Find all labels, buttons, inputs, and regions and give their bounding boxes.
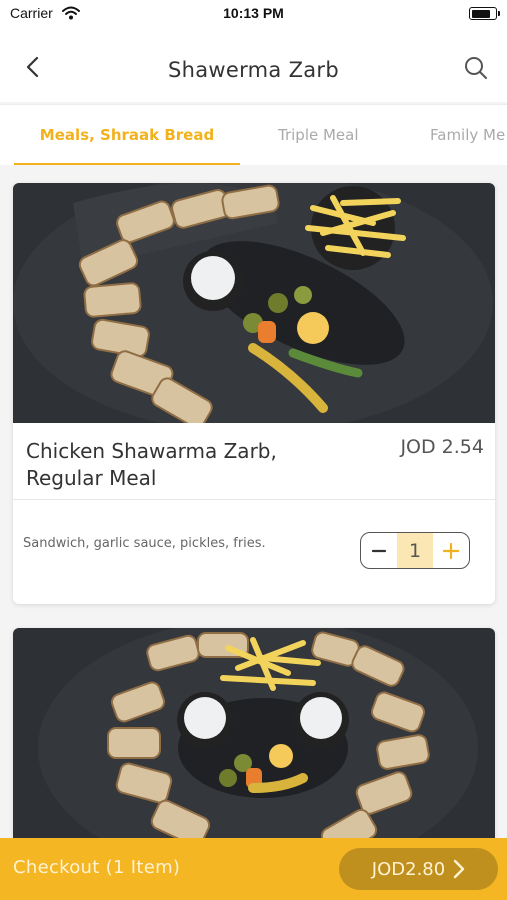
item-name-line-1: Chicken Shawarma Zarb, bbox=[26, 439, 277, 463]
checkout-bar[interactable]: Checkout (1 Item) JOD2.80 bbox=[0, 838, 507, 900]
item-name: Chicken Shawarma Zarb, Regular Meal bbox=[26, 438, 346, 492]
checkout-label: Checkout (1 Item) bbox=[13, 857, 181, 878]
category-tabs: Meals, Shraak Bread Triple Meal Family M… bbox=[0, 104, 507, 165]
checkout-total: JOD2.80 bbox=[371, 858, 446, 880]
search-button[interactable] bbox=[461, 53, 491, 83]
item-price: JOD 2.54 bbox=[400, 436, 484, 458]
battery-level bbox=[471, 9, 491, 18]
app-screen: Carrier 10:13 PM Shawerma Zarb Meals, Sh… bbox=[0, 0, 507, 900]
item-description: Sandwich, garlic sauce, pickles, fries. bbox=[23, 536, 266, 551]
menu-item-card[interactable]: Chicken Shawarma Zarb, Regular Meal JOD … bbox=[13, 183, 495, 604]
status-bar: Carrier 10:13 PM bbox=[0, 0, 507, 30]
food-image bbox=[13, 183, 495, 423]
plus-icon bbox=[443, 542, 459, 559]
minus-icon bbox=[372, 549, 386, 552]
search-icon bbox=[465, 57, 487, 79]
increase-quantity-button[interactable] bbox=[433, 533, 469, 568]
page-title: Shawerma Zarb bbox=[168, 58, 339, 82]
chevron-right-icon bbox=[454, 859, 465, 879]
menu-item-card[interactable] bbox=[13, 628, 495, 868]
battery-icon bbox=[469, 7, 500, 20]
item-name-line-2: Regular Meal bbox=[26, 466, 157, 490]
tab-meals-shraak-bread[interactable]: Meals, Shraak Bread bbox=[14, 105, 240, 165]
quantity-value: 1 bbox=[397, 533, 433, 568]
checkout-total-button[interactable]: JOD2.80 bbox=[339, 848, 498, 890]
decrease-quantity-button[interactable] bbox=[361, 533, 397, 568]
navigation-bar: Shawerma Zarb bbox=[0, 30, 507, 102]
tab-family-meal[interactable]: Family Me bbox=[430, 105, 505, 165]
tab-triple-meal[interactable]: Triple Meal bbox=[278, 105, 359, 165]
card-divider bbox=[13, 499, 495, 500]
food-image bbox=[13, 628, 495, 868]
quantity-stepper: 1 bbox=[360, 532, 470, 569]
status-time: 10:13 PM bbox=[223, 5, 284, 21]
